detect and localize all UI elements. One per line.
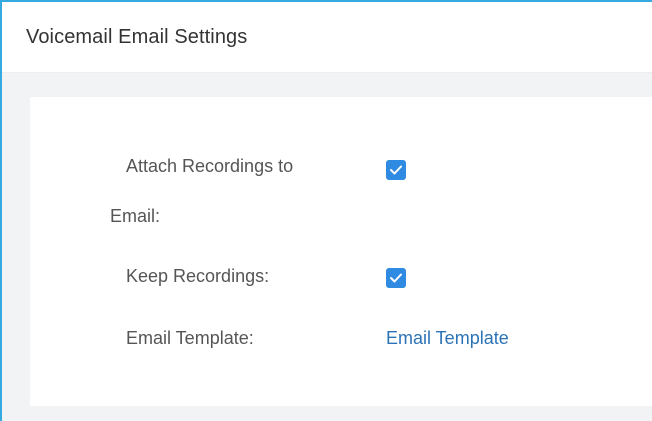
- keep-recordings-label: Keep Recordings:: [126, 266, 270, 286]
- checkmark-icon: [390, 273, 402, 283]
- email-template-label: Email Template:: [126, 328, 254, 348]
- attach-recordings-checkbox[interactable]: [386, 160, 406, 180]
- panel-title: Voicemail Email Settings: [26, 26, 248, 48]
- checkmark-icon: [390, 165, 402, 175]
- panel-header: Voicemail Email Settings: [2, 2, 652, 73]
- attach-recordings-label-continued: Email:: [110, 206, 161, 226]
- keep-recordings-checkbox[interactable]: [386, 268, 406, 288]
- attach-recordings-label: Attach Recordings to: [126, 156, 294, 176]
- settings-card: [30, 97, 652, 406]
- email-template-link[interactable]: Email Template: [386, 328, 509, 349]
